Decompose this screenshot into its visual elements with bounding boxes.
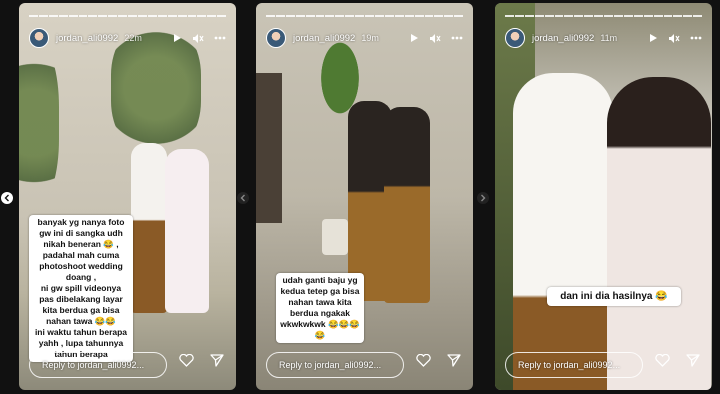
story-progress xyxy=(266,15,464,17)
username[interactable]: jordan_ali0992 xyxy=(293,33,355,44)
avatar[interactable] xyxy=(505,28,525,48)
story-header: jordan_ali0992 11m xyxy=(505,27,702,49)
story-caption: banyak yg nanya foto gw ini di sangka ud… xyxy=(29,215,133,362)
caption-line: udah ganti baju yg xyxy=(282,275,358,285)
story-caption: dan ini dia hasilnya 😂 xyxy=(547,287,681,306)
story-header: jordan_ali0992 22m xyxy=(29,27,226,49)
story-progress xyxy=(505,15,703,17)
groom-figure xyxy=(131,143,167,313)
bride-figure xyxy=(607,77,711,390)
caption-line: nikah beneran 😂 , xyxy=(43,239,119,249)
bride-figure xyxy=(384,107,430,303)
send-icon[interactable] xyxy=(686,354,700,372)
bride-figure xyxy=(165,149,209,313)
caption-line: kedua tetep ga bisa xyxy=(280,286,360,296)
caption-line: ni gw spill videonya xyxy=(40,283,122,293)
caption-line: wkwkwkwk 😂😂😂 xyxy=(280,319,360,329)
more-icon[interactable] xyxy=(690,36,702,40)
story-header: jordan_ali0992 19m xyxy=(266,27,463,49)
caption-line: nahan tawa kita xyxy=(288,297,352,307)
username[interactable]: jordan_ali0992 xyxy=(532,33,594,44)
caption-line: yahh , lupa tahunnya xyxy=(38,338,124,348)
caption-line: nahan tawa 😂😂 xyxy=(46,316,116,326)
story-card-3[interactable]: jordan_ali0992 11m dan ini dia hasilnya … xyxy=(495,3,712,390)
caption-line: pas dibelakang layar xyxy=(39,294,123,304)
caption-line: ini waktu tahun berapa xyxy=(34,327,128,337)
send-icon[interactable] xyxy=(210,354,224,372)
caption-line: gw ini di sangka udh xyxy=(39,228,123,238)
chevron-right-icon[interactable] xyxy=(477,192,489,204)
chevron-left-icon[interactable] xyxy=(237,192,249,204)
caption-line: padahal mah cuma xyxy=(42,250,120,260)
reply-input[interactable]: Reply to jordan_ali0992... xyxy=(29,352,167,378)
heart-icon[interactable] xyxy=(655,353,670,372)
planter-decoration xyxy=(322,219,348,255)
caption-line: kita berdua ga bisa xyxy=(42,305,120,315)
play-icon[interactable] xyxy=(649,33,658,43)
story-card-2[interactable]: jordan_ali0992 19m udah ganti baju yg ke… xyxy=(256,3,473,390)
send-icon[interactable] xyxy=(447,354,461,372)
mute-icon[interactable] xyxy=(429,33,441,44)
mute-icon[interactable] xyxy=(192,33,204,44)
reply-input[interactable]: Reply to jordan_ali0992... xyxy=(266,352,404,378)
story-time: 19m xyxy=(361,33,379,43)
heart-icon[interactable] xyxy=(179,353,194,372)
caption-line: 😂 xyxy=(314,330,326,340)
play-icon[interactable] xyxy=(173,33,182,43)
username[interactable]: jordan_ali0992 xyxy=(56,33,118,44)
mute-icon[interactable] xyxy=(668,33,680,44)
story-time: 22m xyxy=(124,33,142,43)
chevron-left-icon[interactable] xyxy=(1,192,13,204)
story-progress xyxy=(29,15,227,17)
story-time: 11m xyxy=(600,33,618,43)
story-caption: udah ganti baju yg kedua tetep ga bisa n… xyxy=(276,273,364,343)
caption-line: banyak yg nanya foto xyxy=(37,217,125,227)
reply-input[interactable]: Reply to jordan_ali0992... xyxy=(505,352,643,378)
caption-line: berdua ngakak xyxy=(290,308,350,318)
plant-decoration xyxy=(19,43,59,203)
groom-figure xyxy=(513,73,613,390)
more-icon[interactable] xyxy=(214,36,226,40)
story-card-1[interactable]: jordan_ali0992 22m banyak yg nanya foto … xyxy=(19,3,236,390)
door-decoration xyxy=(256,73,282,223)
caption-line: photoshoot wedding xyxy=(39,261,123,271)
caption-line: doang , xyxy=(65,272,97,282)
avatar[interactable] xyxy=(29,28,49,48)
caption-line: dan ini dia hasilnya 😂 xyxy=(560,291,668,302)
heart-icon[interactable] xyxy=(416,353,431,372)
play-icon[interactable] xyxy=(410,33,419,43)
more-icon[interactable] xyxy=(451,36,463,40)
avatar[interactable] xyxy=(266,28,286,48)
